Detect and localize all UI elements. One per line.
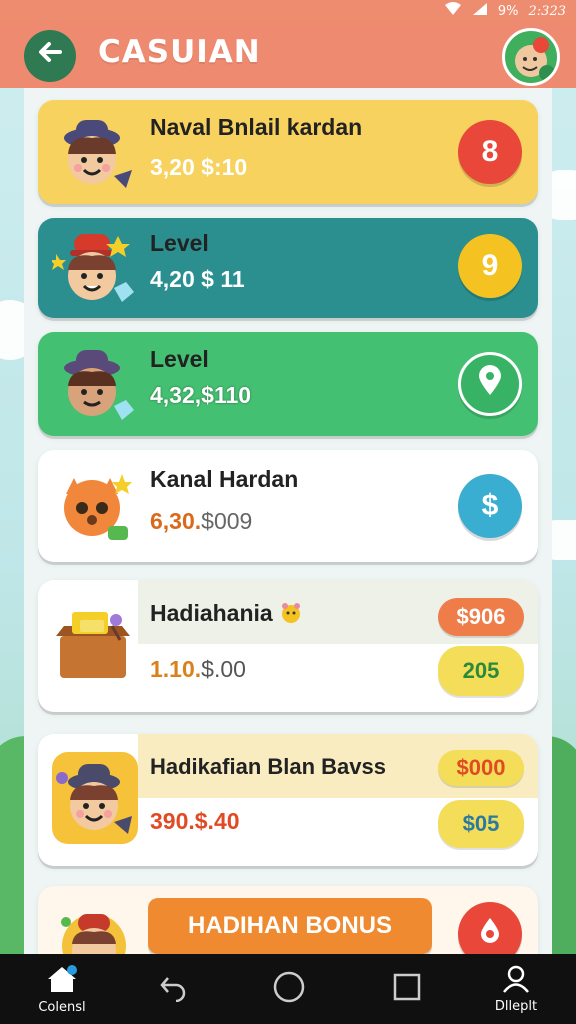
item-title: Hadiahania <box>150 600 303 627</box>
nav-profile[interactable]: Dlleplt <box>474 954 558 1024</box>
recents-square-icon <box>392 972 422 1006</box>
item-amount: 4,20 $ 11 <box>150 266 245 292</box>
top-app-bar: CASUIAN <box>0 22 576 88</box>
amount-secondary: $.00 <box>201 656 246 682</box>
reward-pill[interactable]: $05 <box>438 800 524 848</box>
item-amount: 1.10.$.00 <box>150 656 246 683</box>
item-title: Hadikafian Blan Bavss <box>150 754 386 779</box>
person-icon <box>501 965 531 997</box>
battery-text: 9% <box>497 3 519 19</box>
price-pill[interactable]: $000 <box>438 750 524 786</box>
coin-symbol: $ <box>481 489 499 522</box>
coin-symbol: 9 <box>481 249 499 282</box>
item-title: Level <box>150 230 209 256</box>
list-item[interactable]: Level 4,20 $ 11 9 <box>38 218 538 318</box>
item-amount: 6,30.$009 <box>150 508 252 535</box>
bottom-navigation: Colensl Dlleplt <box>0 954 576 1024</box>
amount-secondary: $009 <box>201 508 253 534</box>
character-avatar-icon <box>52 752 138 844</box>
page-title: CASUIAN <box>98 34 261 70</box>
bonus-coin-button[interactable] <box>458 902 522 954</box>
item-amount: 390.$.40 <box>150 808 240 834</box>
system-home-button[interactable] <box>256 954 322 1024</box>
claim-button[interactable]: 9 <box>458 234 522 298</box>
smiley-icon <box>279 600 303 626</box>
list-item[interactable]: HADIHAN BONUS <box>38 886 538 954</box>
location-button[interactable] <box>458 352 522 416</box>
amount-primary: 6,30. <box>150 508 202 534</box>
pet-avatar-icon <box>52 464 138 550</box>
arrow-left-icon <box>36 38 64 74</box>
profile-avatar-icon <box>505 37 557 83</box>
treasure-chest-icon <box>52 600 138 686</box>
nav-label: Dlleplt <box>494 998 538 1014</box>
price-pill[interactable]: $906 <box>438 598 524 636</box>
list-item[interactable]: Hadikafian Blan Bavss 390.$.40 $000 $05 <box>38 734 538 866</box>
list-item[interactable]: Level 4,32,$110 <box>38 332 538 436</box>
back-button[interactable] <box>24 30 76 82</box>
character-avatar-icon <box>50 226 138 312</box>
home-circle-icon <box>272 970 306 1008</box>
list-item[interactable]: Hadiahania 1.10.$.00 $906 205 <box>38 580 538 712</box>
item-amount: 3,20 $:10 <box>150 154 248 180</box>
item-title: Naval Bnlail kardan <box>150 114 363 140</box>
drop-icon <box>478 916 502 952</box>
list-item[interactable]: Kanal Hardan 6,30.$009 $ <box>38 450 538 562</box>
character-avatar-icon <box>52 900 138 954</box>
dollar-button[interactable]: $ <box>458 474 522 538</box>
amount-primary: 1.10. <box>150 656 202 682</box>
reward-pill[interactable]: 205 <box>438 646 524 696</box>
location-pin-icon <box>477 364 503 404</box>
nav-home[interactable]: Colensl <box>20 954 104 1024</box>
claim-button[interactable]: 8 <box>458 120 522 184</box>
nav-label: Colensl <box>38 999 86 1015</box>
reward-list[interactable]: Naval Bnlail kardan 3,20 $:10 8 Level 4,… <box>24 88 552 954</box>
list-item[interactable]: Naval Bnlail kardan 3,20 $:10 8 <box>38 100 538 204</box>
item-title: Level <box>150 346 209 372</box>
character-avatar-icon <box>52 110 138 196</box>
back-icon <box>158 972 188 1006</box>
coin-symbol: 8 <box>481 135 499 168</box>
item-amount: 4,32,$110 <box>150 382 252 408</box>
item-title: Kanal Hardan <box>150 466 299 492</box>
clock: 2:323 <box>528 3 566 19</box>
signal-icon <box>472 2 488 20</box>
home-icon <box>45 964 79 998</box>
system-back-button[interactable] <box>140 954 206 1024</box>
profile-button[interactable] <box>502 28 560 86</box>
bonus-button[interactable]: HADIHAN BONUS <box>148 898 432 954</box>
wifi-icon <box>444 2 462 20</box>
system-recents-button[interactable] <box>374 954 440 1024</box>
character-avatar-icon <box>52 342 138 428</box>
status-bar: 9% 2:323 <box>0 0 576 22</box>
